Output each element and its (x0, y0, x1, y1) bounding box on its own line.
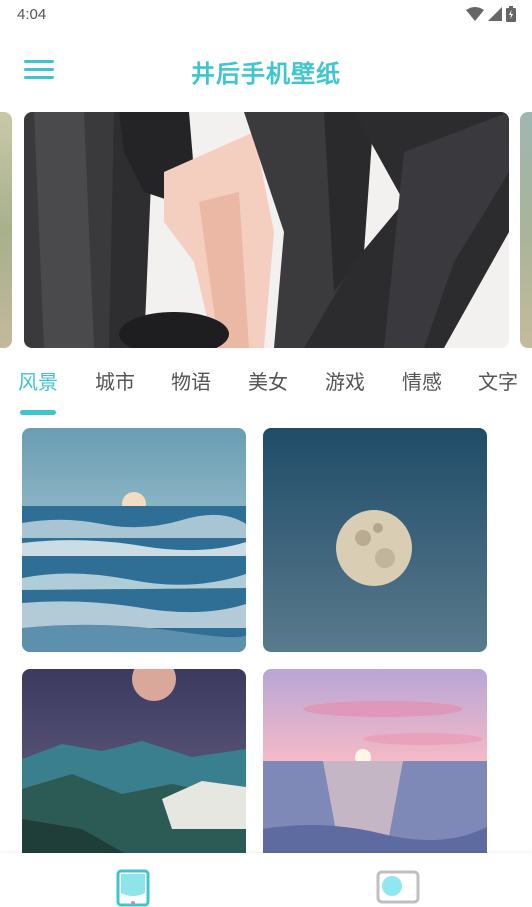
tab-scenery[interactable]: 风景 (18, 366, 58, 395)
desktop-wallpaper-icon (376, 870, 420, 904)
phone-wallpaper-tab[interactable] (108, 869, 158, 907)
category-tabs: 风景 城市 物语 美女 游戏 情感 文字 (0, 366, 532, 418)
signal-icon (488, 7, 502, 21)
app-header: 井后手机壁纸 (0, 40, 532, 104)
wifi-icon (466, 7, 484, 21)
wallpaper-card[interactable] (22, 428, 246, 652)
status-time: 4:04 (17, 6, 47, 23)
tab-text[interactable]: 文字 (478, 366, 518, 395)
tab-emotion[interactable]: 情感 (402, 366, 442, 395)
bottom-nav (0, 853, 532, 907)
status-icons (466, 6, 516, 22)
banner-image[interactable] (24, 112, 509, 348)
phone-wallpaper-icon (116, 869, 150, 907)
wallpaper-card[interactable] (263, 428, 487, 652)
tab-indicator (20, 410, 56, 415)
status-bar: 4:04 (0, 0, 532, 30)
desktop-wallpaper-tab[interactable] (372, 869, 422, 907)
wallpaper-card[interactable] (22, 669, 246, 869)
banner-next-image[interactable] (520, 112, 532, 348)
app-title: 井后手机壁纸 (191, 60, 341, 88)
banner-carousel[interactable] (0, 112, 532, 350)
banner-prev-image[interactable] (0, 112, 12, 348)
wallpaper-card[interactable] (263, 669, 487, 869)
tab-story[interactable]: 物语 (171, 366, 211, 395)
tab-game[interactable]: 游戏 (325, 366, 365, 395)
battery-icon (506, 6, 516, 22)
tab-beauty[interactable]: 美女 (248, 366, 288, 395)
tab-city[interactable]: 城市 (95, 366, 135, 395)
